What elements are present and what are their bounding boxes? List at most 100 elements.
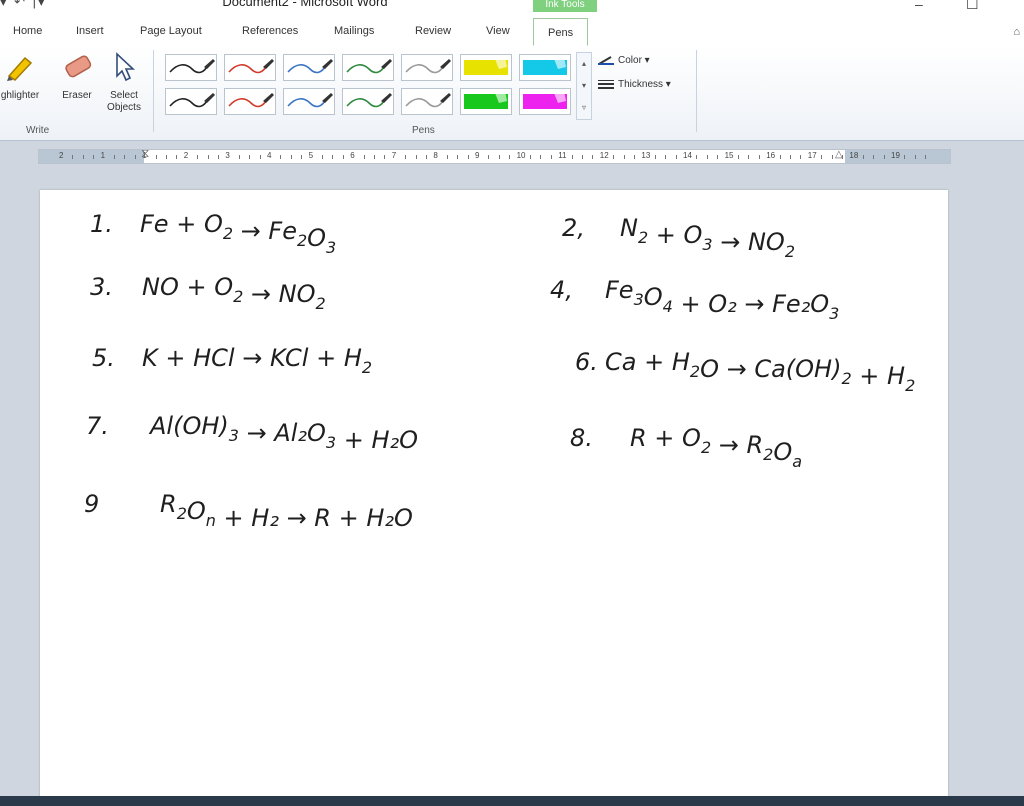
- equation-text: Fe3O4 + O₂ → Fe₂O3: [605, 276, 839, 323]
- pen-swatch[interactable]: [401, 54, 453, 81]
- pen-swatch[interactable]: [165, 54, 217, 81]
- tab-review[interactable]: Review: [415, 25, 451, 37]
- ruler-tick: [82, 155, 84, 159]
- select-objects-button[interactable]: Select Objects: [100, 50, 148, 114]
- window-title: Document2 - Microsoft Word: [222, 0, 388, 9]
- ruler-tick: [696, 155, 698, 159]
- maximize-button[interactable]: ☐: [966, 0, 979, 13]
- ruler-tick: [675, 155, 677, 159]
- ruler-number: 11: [558, 151, 567, 160]
- document-page[interactable]: 1. Fe + O2 → Fe2O3 2, N2 + O3 → NO2 3. NO + O…: [40, 190, 948, 806]
- pen-swatch[interactable]: [519, 88, 571, 115]
- equation-text: K + HCl → KCl + H2: [142, 344, 372, 377]
- pen-swatch[interactable]: [224, 54, 276, 81]
- ruler-tick: [717, 155, 719, 159]
- equation-number: 2,: [562, 214, 585, 242]
- eraser-button[interactable]: Eraser: [55, 50, 99, 102]
- equation-number: 1.: [90, 210, 113, 238]
- pen-stroke-icon: [405, 93, 451, 108]
- ruler-tick: [207, 155, 209, 159]
- ruler-number: 1: [100, 151, 106, 160]
- tab-home[interactable]: Home: [13, 25, 42, 37]
- first-line-indent-marker[interactable]: ⧖: [141, 146, 149, 161]
- gallery-scroll[interactable]: ▴ ▾ ▿: [576, 52, 592, 120]
- ruler-tick: [218, 155, 219, 159]
- pen-swatch[interactable]: [460, 88, 512, 115]
- ruler-tick: [509, 155, 511, 159]
- ruler-tick: [72, 155, 74, 159]
- ruler-number: 12: [599, 151, 609, 160]
- ruler-tick: [342, 155, 344, 159]
- ruler-tick: [914, 155, 916, 159]
- scroll-up-icon[interactable]: ▴: [577, 53, 591, 75]
- pen-swatch[interactable]: [342, 54, 394, 81]
- pen-swatch[interactable]: [460, 54, 512, 81]
- equation-number: 5.: [92, 344, 115, 372]
- ruler-tick: [405, 155, 407, 159]
- status-bar: [0, 796, 1024, 806]
- help-icon[interactable]: ⌂: [1013, 26, 1020, 38]
- ruler-tick: [550, 155, 552, 159]
- ruler-tick: [498, 155, 500, 159]
- minimize-button[interactable]: –: [915, 0, 923, 12]
- ruler-tick: [790, 155, 791, 159]
- ruler-tick: [800, 155, 802, 159]
- ruler-tick: [166, 155, 167, 159]
- equation-number: 4,: [550, 276, 573, 304]
- pen-stroke-icon: [169, 93, 215, 108]
- ruler-tick: [467, 155, 469, 159]
- tab-references[interactable]: References: [242, 25, 298, 37]
- ruler-number: 2: [59, 151, 64, 160]
- ruler-number: 5: [308, 151, 314, 160]
- pen-swatch[interactable]: [283, 88, 335, 115]
- ruler-tick: [758, 155, 760, 159]
- pen-stroke-icon: [346, 59, 392, 74]
- group-separator: [153, 50, 154, 132]
- select-arrow-icon: [116, 52, 136, 82]
- pen-swatch[interactable]: [519, 54, 571, 81]
- group-separator: [696, 50, 697, 132]
- pen-swatch[interactable]: [401, 88, 453, 115]
- tab-view[interactable]: View: [486, 25, 510, 37]
- ruler-tick: [238, 155, 240, 159]
- ruler-tick: [488, 155, 490, 159]
- ruler-tick: [134, 155, 136, 159]
- ruler-number: 18: [849, 151, 859, 160]
- ink-tools-contextual-tab[interactable]: Ink Tools: [533, 0, 597, 12]
- ruler-tick: [582, 155, 583, 159]
- equation-text: R2On + H₂ → R + H₂O: [160, 490, 413, 532]
- equation-number: 6.: [575, 348, 598, 376]
- ruler-tick: [124, 155, 126, 159]
- ruler-tick: [384, 155, 386, 159]
- color-button[interactable]: Color ▾: [598, 55, 650, 66]
- pen-swatch[interactable]: [224, 88, 276, 115]
- scroll-down-icon[interactable]: ▾: [577, 75, 591, 97]
- color-label: Color ▾: [618, 55, 650, 66]
- ruler-tick: [623, 155, 625, 159]
- tab-insert[interactable]: Insert: [76, 25, 104, 37]
- more-icon[interactable]: ▿: [577, 97, 591, 119]
- ruler-number: 4: [267, 151, 272, 160]
- tab-page-layout[interactable]: Page Layout: [140, 25, 202, 37]
- equation-number: 9: [84, 490, 99, 518]
- ruler-tick: [415, 155, 417, 159]
- ink-annotations: 1. Fe + O2 → Fe2O3 2, N2 + O3 → NO2 3. NO + O…: [84, 210, 915, 532]
- highlighter-button[interactable]: ghlighter: [0, 50, 46, 102]
- pen-stroke-icon: [523, 57, 567, 75]
- pen-swatch[interactable]: [342, 88, 394, 115]
- select-objects-label: Select Objects: [107, 90, 141, 113]
- equation-text: Fe + O2 → Fe2O3: [140, 210, 336, 257]
- tab-pens[interactable]: Pens: [533, 18, 589, 46]
- pen-swatch[interactable]: [165, 88, 217, 115]
- equation-text: NO + O2 → NO2: [142, 273, 326, 313]
- equation-text: Al(OH)3 → Al₂O3 + H₂O: [148, 412, 418, 454]
- pen-swatch[interactable]: [283, 54, 335, 81]
- pen-stroke-icon: [405, 59, 451, 74]
- horizontal-ruler[interactable]: 2 1 1 2 3 4 5 6 7 8 9 10 11 12 13 14 15 16 17 18 19 ⧖ △: [38, 146, 951, 164]
- ruler-tick: [571, 155, 573, 159]
- ruler-tick: [634, 155, 635, 159]
- ruler-number: 3: [225, 151, 230, 160]
- right-indent-marker[interactable]: △: [835, 149, 843, 160]
- thickness-button[interactable]: Thickness ▾: [598, 79, 671, 90]
- tab-mailings[interactable]: Mailings: [334, 25, 374, 37]
